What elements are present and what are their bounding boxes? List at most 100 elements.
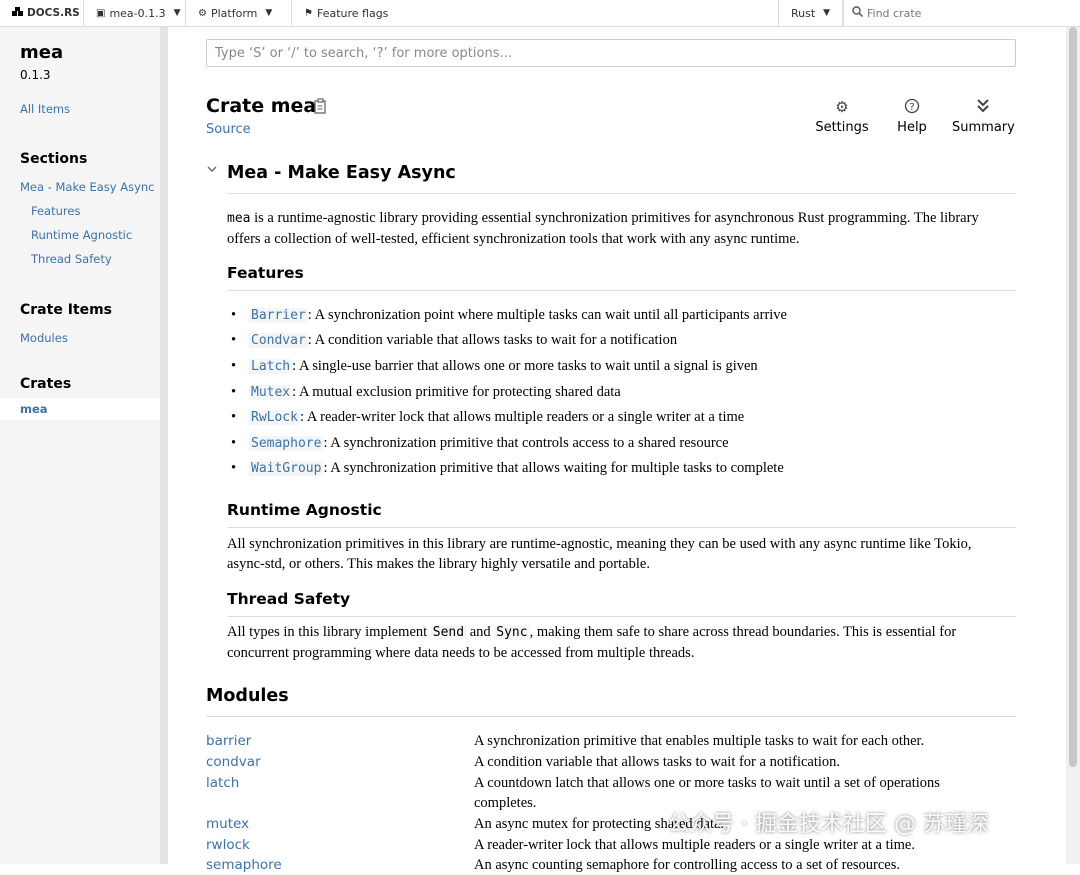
feature-link-latch[interactable]: Latch: [249, 359, 293, 374]
sidebar-version: 0.1.3: [20, 68, 51, 82]
feature-desc: : A synchronization primitive that allow…: [323, 460, 784, 476]
sidebar-crate-mea[interactable]: mea: [20, 402, 48, 416]
feature-desc: : A mutual exclusion primitive for prote…: [292, 384, 621, 400]
divider: [227, 616, 1016, 617]
feature-link-barrier[interactable]: Barrier: [249, 308, 308, 323]
list-item: Barrier: A synchronization point where m…: [231, 307, 787, 324]
runtime-paragraph: All synchronization primitives in this l…: [227, 536, 972, 572]
search-input[interactable]: Type ‘S’ or ‘/’ to search, ‘?’ for more …: [206, 39, 1016, 67]
rust-label: Rust: [791, 6, 816, 20]
find-crate-placeholder: Find crate: [867, 6, 922, 20]
module-desc: A synchronization primitive that enables…: [474, 733, 925, 749]
sidebar-section-features[interactable]: Features: [31, 204, 80, 218]
intro-code: mea: [227, 211, 251, 226]
flag-icon: ⚑: [304, 7, 313, 19]
module-desc: An async counting semaphore for controll…: [474, 857, 901, 873]
list-item: Latch: A single-use barrier that allows …: [231, 358, 758, 375]
module-link-barrier[interactable]: barrier: [206, 733, 251, 749]
feature-flags-label: Feature flags: [316, 6, 389, 20]
double-chevron-down-icon: [952, 98, 1014, 116]
sync-code: Sync: [494, 625, 530, 640]
feature-desc: : A synchronization primitive that contr…: [323, 435, 729, 451]
module-desc: A reader-writer lock that allows multipl…: [474, 837, 915, 853]
logo-label: DOCS.RS: [27, 7, 80, 19]
list-item: RwLock: A reader-writer lock that allows…: [231, 409, 744, 426]
module-link-condvar[interactable]: condvar: [206, 754, 261, 770]
help-label: Help: [897, 120, 927, 135]
rust-menu[interactable]: Rust ▼: [778, 0, 843, 26]
feature-link-condvar[interactable]: Condvar: [249, 333, 308, 348]
thread-text: All types in this library implement: [227, 624, 431, 640]
send-code: Send: [430, 625, 467, 640]
search-placeholder: Type ‘S’ or ‘/’ to search, ‘?’ for more …: [215, 45, 513, 61]
divider: [227, 193, 1016, 194]
divider: [227, 527, 1016, 528]
chevron-down-icon: ▼: [173, 8, 181, 18]
platform-label: Platform: [210, 6, 258, 20]
module-link-latch[interactable]: latch: [206, 775, 239, 791]
module-desc: A condition variable that allows tasks t…: [474, 754, 841, 770]
page-scrollbar-thumb[interactable]: [1069, 27, 1077, 767]
list-item: WaitGroup: A synchronization primitive t…: [231, 460, 784, 477]
settings-label: Settings: [815, 120, 869, 135]
summary-button[interactable]: Summary: [952, 98, 1015, 135]
feature-desc: : A synchronization point where multiple…: [307, 307, 787, 323]
sidebar-all-items[interactable]: All Items: [20, 102, 70, 116]
module-link-semaphore[interactable]: semaphore: [206, 857, 282, 873]
gear-icon: ⚙: [198, 7, 207, 19]
module-link-mutex[interactable]: mutex: [206, 816, 249, 832]
feature-link-rwlock[interactable]: RwLock: [249, 410, 300, 425]
list-item: Condvar: A condition variable that allow…: [231, 332, 677, 349]
sidebar-crate-name[interactable]: mea: [20, 42, 63, 63]
copy-icon[interactable]: [314, 98, 328, 114]
feature-link-mutex[interactable]: Mutex: [249, 385, 293, 400]
thread-safety-paragraph: All types in this library implement Send…: [227, 622, 1012, 663]
intro-text: is a runtime-agnostic library providing …: [227, 210, 979, 247]
help-button[interactable]: ? Help: [895, 98, 929, 135]
version-menu[interactable]: ▣ mea-0.1.3 ▼: [84, 0, 186, 26]
source-link[interactable]: Source: [206, 122, 251, 137]
chevron-down-icon: ▼: [265, 8, 273, 18]
find-crate-input[interactable]: Find crate: [843, 0, 1080, 26]
sidebar-sections-heading: Sections: [20, 151, 88, 167]
features-heading: Features: [227, 264, 304, 282]
list-item: Mutex: A mutual exclusion primitive for …: [231, 384, 621, 401]
feature-desc: : A reader-writer lock that allows multi…: [299, 409, 745, 425]
platform-menu[interactable]: ⚙ Platform ▼: [186, 0, 292, 26]
sidebar-section-runtime[interactable]: Runtime Agnostic: [31, 228, 132, 242]
sidebar-crates-heading: Crates: [20, 376, 72, 392]
settings-button[interactable]: ⚙ Settings: [815, 98, 869, 135]
feature-desc: : A single-use barrier that allows one o…: [292, 358, 758, 374]
top-nav: DOCS.RS ▣ mea-0.1.3 ▼ ⚙ Platform ▼ ⚑ Fea…: [0, 0, 1080, 27]
page-title: Crate mea: [206, 95, 317, 117]
divider: [227, 290, 1016, 291]
thread-text: and: [466, 624, 495, 640]
search-icon: [852, 6, 864, 20]
feature-link-waitgroup[interactable]: WaitGroup: [249, 461, 324, 476]
feature-flags-link[interactable]: ⚑ Feature flags: [292, 0, 412, 26]
modules-heading: Modules: [206, 686, 289, 706]
sidebar-section-thread-safety[interactable]: Thread Safety: [31, 252, 112, 266]
list-item: Semaphore: A synchronization primitive t…: [231, 435, 729, 452]
divider: [206, 716, 1016, 717]
svg-text:?: ?: [909, 102, 914, 113]
feature-link-semaphore[interactable]: Semaphore: [249, 436, 324, 451]
sidebar-scrollbar[interactable]: [160, 27, 168, 864]
version-label: mea-0.1.3: [109, 6, 166, 20]
sidebar-item-modules[interactable]: Modules: [20, 331, 68, 345]
gear-icon: ⚙: [835, 98, 849, 116]
thread-safety-heading: Thread Safety: [227, 590, 351, 608]
feature-desc: : A condition variable that allows tasks…: [307, 332, 678, 348]
watermark: 公众号 · 掘金技术社区 @ 苏瑾深: [668, 812, 989, 837]
collapse-toggle-icon[interactable]: [206, 164, 218, 177]
runtime-heading: Runtime Agnostic: [227, 501, 382, 519]
cubes-icon: [12, 6, 23, 20]
help-icon: ?: [895, 98, 929, 116]
sidebar-section-mea[interactable]: Mea - Make Easy Async: [20, 180, 155, 194]
module-link-rwlock[interactable]: rwlock: [206, 837, 250, 853]
sidebar-crate-items-heading: Crate Items: [20, 302, 113, 318]
intro-paragraph: mea is a runtime-agnostic library provid…: [227, 208, 1012, 249]
docs-rs-logo[interactable]: DOCS.RS: [0, 0, 84, 26]
summary-label: Summary: [952, 120, 1015, 135]
chevron-down-icon: ▼: [823, 8, 831, 18]
